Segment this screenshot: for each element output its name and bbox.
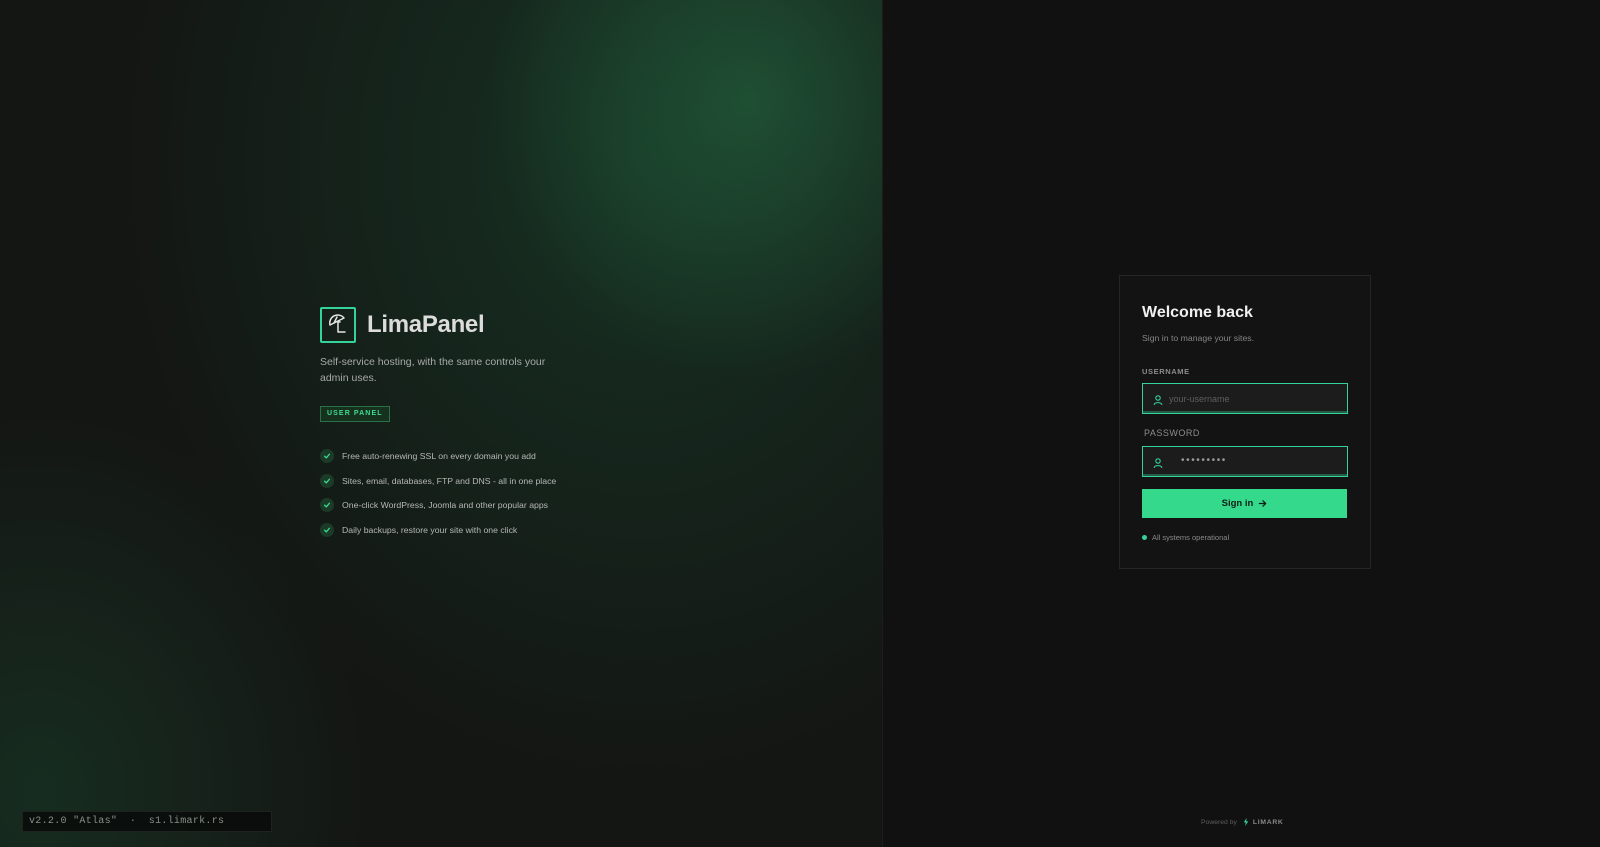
password-label: PASSWORD: [1144, 428, 1200, 438]
arrow-right-icon: [1259, 500, 1267, 507]
login-title: Welcome back: [1142, 304, 1253, 321]
brand-tagline: Self-service hosting, with the same cont…: [320, 356, 546, 384]
check-icon: [320, 498, 334, 513]
check-icon: [320, 449, 334, 464]
hero-panel: LimaPanel Self-service hosting, with the…: [0, 0, 882, 847]
feature-item: Daily backups, restore your site with on…: [320, 518, 556, 543]
user-icon: [1152, 456, 1164, 469]
feature-item: Sites, email, databases, FTP and DNS - a…: [320, 469, 556, 494]
feature-item: Free auto-renewing SSL on every domain y…: [320, 444, 556, 469]
feature-text: Daily backups, restore your site with on…: [342, 525, 518, 536]
powered-by-text: Powered by: [1201, 818, 1237, 826]
sign-in-label: Sign in: [1221, 498, 1254, 509]
powered-by-footer: Powered by LIMARK: [1201, 818, 1284, 826]
password-input[interactable]: •••••••••: [1181, 455, 1227, 466]
password-field[interactable]: •••••••••: [1142, 446, 1348, 477]
login-card: Welcome back Sign in to manage your site…: [1119, 275, 1371, 569]
sign-in-button[interactable]: Sign in: [1142, 489, 1347, 518]
user-icon: [1152, 393, 1164, 406]
check-icon: [320, 523, 334, 538]
feature-text: Free auto-renewing SSL on every domain y…: [342, 451, 536, 462]
version-info: v2.2.0 "Atlas" · s1.limark.rs: [22, 811, 272, 832]
username-input[interactable]: [1169, 384, 1345, 413]
brand-name: LimaPanel: [367, 311, 485, 338]
brand: LimaPanel: [320, 307, 485, 343]
umbrella-logo-icon: [320, 307, 356, 343]
status-dot-icon: [1142, 535, 1147, 540]
username-field[interactable]: [1142, 383, 1348, 414]
feature-text: One-click WordPress, Joomla and other po…: [342, 500, 549, 511]
login-subtitle: Sign in to manage your sites.: [1142, 333, 1255, 343]
feature-item: One-click WordPress, Joomla and other po…: [320, 493, 556, 518]
system-status: All systems operational: [1142, 533, 1229, 542]
username-label: USERNAME: [1142, 367, 1190, 376]
feature-text: Sites, email, databases, FTP and DNS - a…: [342, 475, 557, 486]
panel-type-badge: USER PANEL: [320, 406, 390, 422]
status-text: All systems operational: [1152, 533, 1230, 542]
feature-list: Free auto-renewing SSL on every domain y…: [320, 444, 556, 542]
bolt-icon: [1243, 818, 1249, 826]
powered-by-brand[interactable]: LIMARK: [1253, 819, 1284, 826]
check-icon: [320, 473, 334, 488]
